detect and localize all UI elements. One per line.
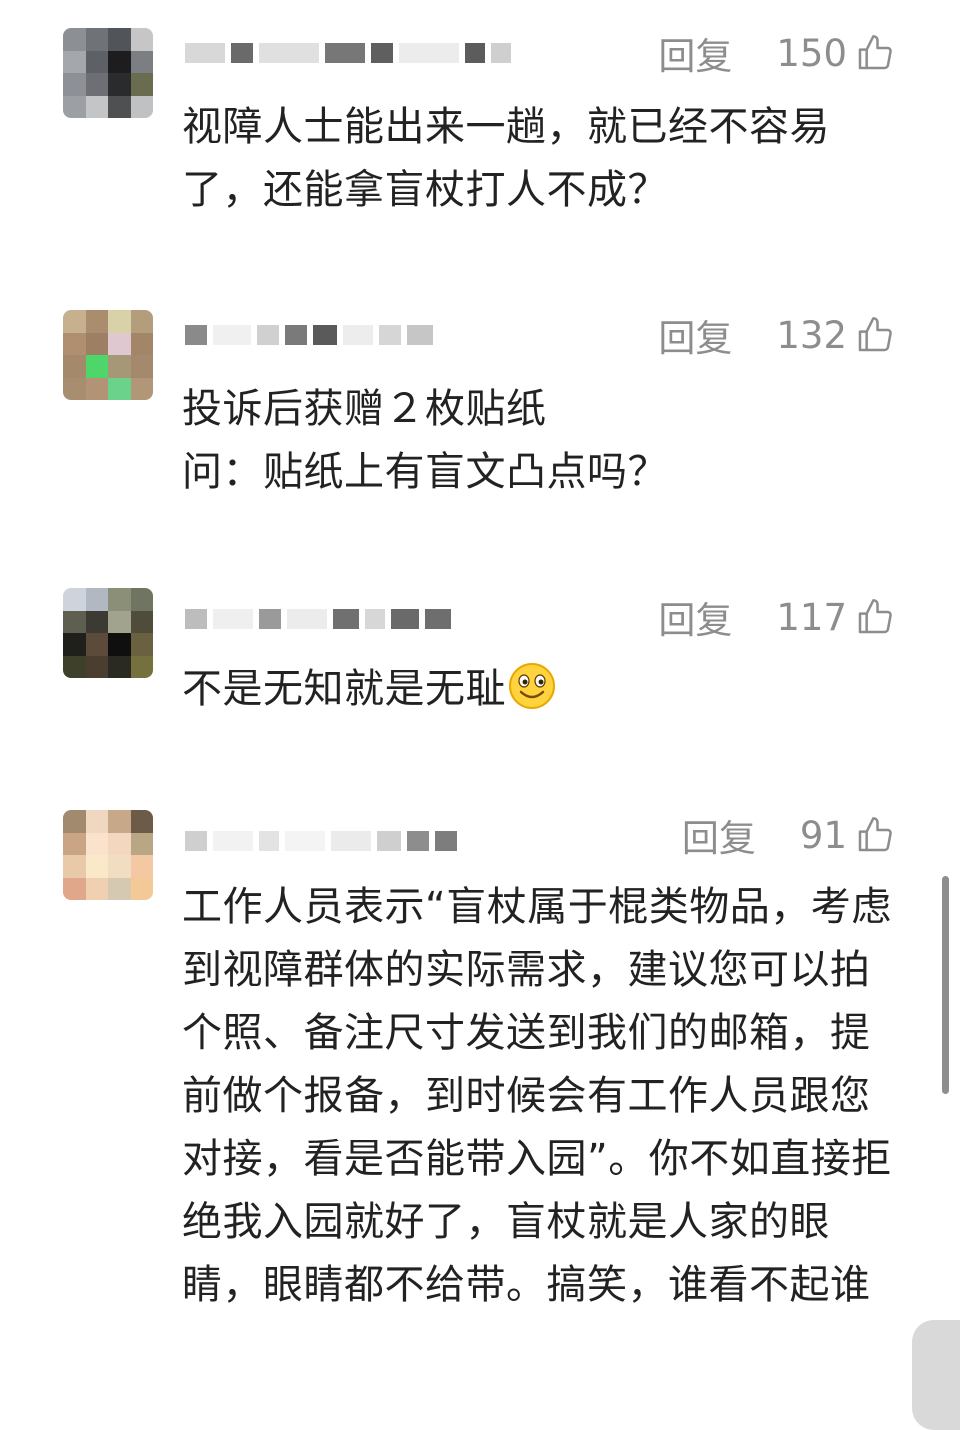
comment-meta: 回复 132	[658, 310, 895, 360]
floating-action-button[interactable]	[912, 1320, 960, 1430]
like-count: 150	[776, 31, 847, 75]
username-obscured[interactable]	[185, 38, 511, 68]
avatar[interactable]	[63, 588, 153, 678]
reply-button[interactable]: 回复	[658, 26, 732, 80]
comment-text: 视障人士能出来一趟，就已经不容易了，还能拿盲杖打人不成？	[182, 104, 830, 213]
comment-text-body: 不是无知就是无耻	[182, 666, 506, 712]
reply-button[interactable]: 回复	[658, 308, 732, 362]
avatar[interactable]	[63, 28, 153, 118]
like-count: 117	[776, 595, 847, 639]
comment-meta: 回复 91	[682, 810, 895, 860]
avatar[interactable]	[63, 310, 153, 400]
reply-button[interactable]: 回复	[658, 590, 732, 644]
comment-text: 工作人员表示“盲杖属于棍类物品，考虑到视障群体的实际需求，建议您可以拍个照、备注…	[182, 884, 892, 1308]
username-obscured[interactable]	[185, 320, 433, 350]
reply-button[interactable]: 回复	[682, 808, 756, 862]
comment-text: 投诉后获赠２枚贴纸 问：贴纸上有盲文凸点吗？	[182, 386, 668, 495]
scrollbar-thumb[interactable]	[942, 876, 949, 1094]
avatar[interactable]	[63, 810, 153, 900]
comment-text: 不是无知就是无耻	[182, 658, 902, 721]
thumbs-up-icon[interactable]	[855, 33, 895, 73]
thumbs-up-icon[interactable]	[855, 815, 895, 855]
like-count: 132	[776, 313, 847, 357]
username-obscured[interactable]	[185, 604, 451, 634]
like-count: 91	[799, 813, 847, 857]
smile-emoji-icon	[509, 663, 555, 709]
comment-meta: 回复 150	[658, 28, 895, 78]
thumbs-up-icon[interactable]	[855, 597, 895, 637]
thumbs-up-icon[interactable]	[855, 315, 895, 355]
username-obscured[interactable]	[185, 826, 457, 856]
comment-meta: 回复 117	[658, 592, 895, 642]
